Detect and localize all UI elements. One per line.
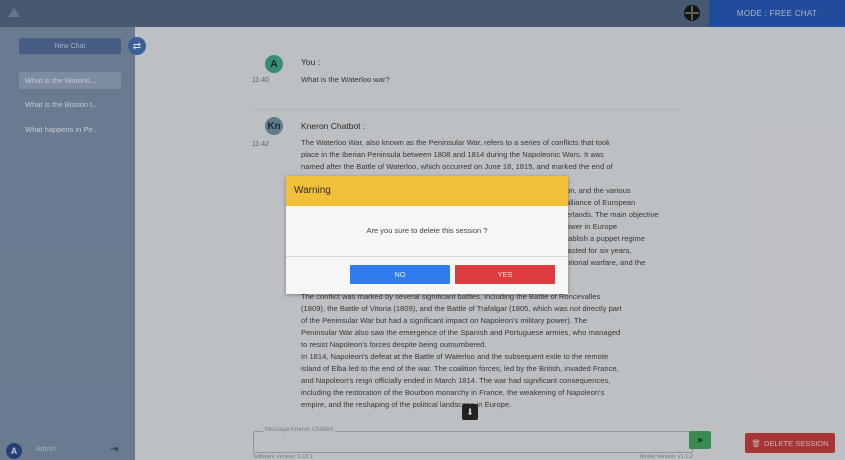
dialog-header: Warning xyxy=(286,176,568,206)
swap-icon[interactable]: ⇄ xyxy=(128,37,146,55)
dialog-title: Warning xyxy=(294,185,331,196)
dialog-divider xyxy=(286,256,568,257)
yes-button[interactable]: YES xyxy=(455,265,555,284)
no-button[interactable]: NO xyxy=(350,265,450,284)
dialog-message: Are you sure to delete this session ? xyxy=(366,226,488,235)
warning-dialog: Warning Are you sure to delete this sess… xyxy=(286,176,568,294)
